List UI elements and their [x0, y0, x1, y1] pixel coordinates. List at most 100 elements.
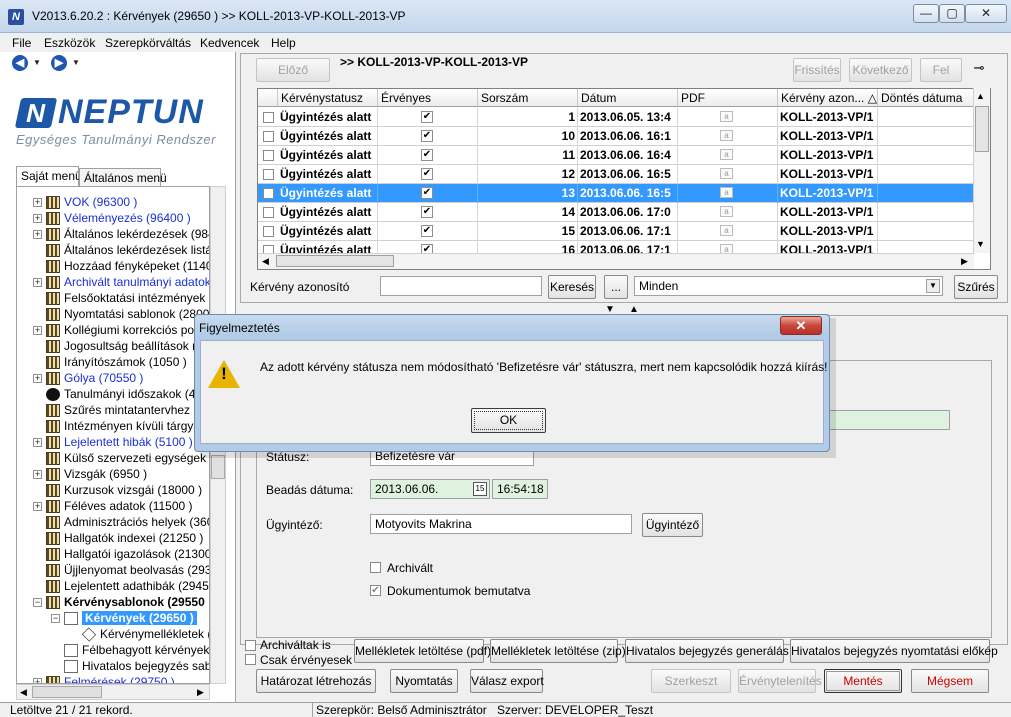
dialog-close-button[interactable]: ✕ [780, 316, 822, 335]
menu-file[interactable]: File [12, 36, 31, 50]
menu-help[interactable]: Help [271, 36, 296, 50]
download-pdf-button[interactable]: Mellékletek letöltése (pdf) [354, 639, 491, 663]
submit-time-field[interactable]: 16:54:18 [492, 479, 548, 499]
forward-dropdown-icon[interactable]: ▼ [72, 58, 80, 67]
tree-item[interactable]: Intézményen kívüli tárgya [17, 419, 209, 435]
pdf-icon[interactable]: a [720, 206, 733, 217]
pdf-icon[interactable]: a [720, 111, 733, 122]
grid-header-request-id[interactable]: Kérvény azon... △ [778, 89, 878, 107]
ellipsis-button[interactable]: ... [604, 275, 628, 299]
calendar-icon[interactable]: 15 [473, 482, 487, 496]
collapse-icon[interactable]: − [51, 614, 60, 623]
row-select-checkbox[interactable] [263, 188, 274, 199]
maximize-button[interactable]: ▢ [939, 4, 965, 23]
tree-item[interactable]: + Kollégiumi korrekciós pont [17, 323, 209, 339]
tree-item[interactable]: Hallgatói igazolások (21300 ) [17, 547, 209, 563]
expand-icon[interactable]: + [33, 230, 42, 239]
grid-scroll-right-icon[interactable]: ▶ [961, 256, 968, 267]
chevron-down-icon[interactable]: ▼ [926, 279, 940, 293]
export-button[interactable]: Válasz export [470, 669, 544, 693]
scroll-right-icon[interactable]: ▶ [197, 687, 204, 698]
tab-general-menu[interactable]: Általános menü [79, 168, 167, 186]
grid-header-valid[interactable]: Érvényes [378, 89, 478, 107]
search-button[interactable]: Keresés [548, 275, 596, 299]
download-zip-button[interactable]: Mellékletek letöltése (zip) [490, 639, 626, 663]
print-button[interactable]: Nyomtatás [390, 669, 458, 693]
grid-scroll-down-icon[interactable]: ▼ [976, 239, 985, 249]
back-dropdown-icon[interactable]: ▼ [33, 58, 41, 67]
menu-favorites[interactable]: Kedvencek [200, 36, 259, 50]
menu-role-switch[interactable]: Szerepkörváltás [105, 36, 191, 50]
dialog-ok-button[interactable]: OK [471, 408, 546, 433]
clerk-field[interactable]: Motyovits Makrina [370, 514, 632, 534]
docs-shown-checkbox[interactable]: ✔ [370, 585, 381, 596]
expand-icon[interactable]: + [33, 502, 42, 511]
cancel-button[interactable]: Mégsem [911, 669, 989, 693]
tree-item[interactable]: + Archivált tanulmányi adatok (2 [17, 275, 209, 291]
tree-item[interactable]: Félbehagyott kérvények ( [17, 643, 209, 659]
pdf-icon[interactable]: a [720, 187, 733, 198]
tree-item[interactable]: Hallgatók indexei (21250 ) [17, 531, 209, 547]
tree-item[interactable]: Nyomtatási sablonok (28000 [17, 307, 209, 323]
expand-icon[interactable]: + [33, 326, 42, 335]
tree-item[interactable]: + Véleményezés (96400 ) [17, 211, 209, 227]
request-id-input[interactable] [380, 276, 542, 296]
grid-vertical-scroll-thumb[interactable] [975, 106, 989, 152]
row-select-checkbox[interactable] [263, 207, 274, 218]
tree-item[interactable]: Hozzáad fényképeket (11400 [17, 259, 209, 275]
grid-header-pdf[interactable]: PDF [678, 89, 778, 107]
archived-too-checkbox[interactable] [245, 640, 256, 651]
valid-checkbox[interactable]: ✔ [421, 206, 433, 218]
resolution-button[interactable]: Határozat létrehozás [256, 669, 376, 693]
tree-item[interactable]: + Felmérések (29750 ) [17, 675, 209, 683]
expand-icon[interactable]: + [33, 470, 42, 479]
filter-button[interactable]: Szűrés [954, 275, 998, 299]
valid-checkbox[interactable]: ✔ [421, 111, 433, 123]
back-arrow-icon[interactable]: ◀ [12, 55, 28, 71]
pdf-icon[interactable]: a [720, 130, 733, 141]
expand-icon[interactable]: + [33, 214, 42, 223]
refresh-button[interactable]: Frissítés [793, 58, 841, 82]
window-close-button[interactable]: ✕ [965, 4, 1007, 23]
tree-item[interactable]: + Általános lekérdezések (9840 [17, 227, 209, 243]
expand-icon[interactable]: + [33, 438, 42, 447]
grid-header-date[interactable]: Dátum [578, 89, 678, 107]
save-button[interactable]: Mentés [824, 669, 902, 693]
row-select-checkbox[interactable] [263, 169, 274, 180]
grid-horizontal-scroll-thumb[interactable] [276, 255, 394, 267]
tree-item[interactable]: + Lejelentett hibák (5100 ) [17, 435, 209, 451]
invalidate-button[interactable]: Érvénytelenítés [738, 669, 822, 693]
tree-item[interactable]: Kérvénymellékletek ( [17, 627, 209, 643]
tree-item[interactable]: + Gólya (70550 ) [17, 371, 209, 387]
menu-tools[interactable]: Eszközök [44, 36, 95, 50]
grid-header-decision-date[interactable]: Döntés dátuma [878, 89, 974, 107]
tree-item[interactable]: + Féléves adatok (11500 ) [17, 499, 209, 515]
archived-checkbox[interactable] [370, 562, 381, 573]
row-select-checkbox[interactable] [263, 226, 274, 237]
generate-entry-button[interactable]: Hivatalos bejegyzés generálás [625, 639, 789, 663]
clerk-button[interactable]: Ügyintéző [642, 513, 703, 537]
table-row[interactable]: Ügyintézés alatt ✔ 12 2013.06.06. 16:5 a KOLL… [258, 165, 974, 184]
valid-checkbox[interactable]: ✔ [421, 225, 433, 237]
up-button[interactable]: Fel [920, 58, 962, 82]
pdf-icon[interactable]: a [720, 149, 733, 160]
tree-item[interactable]: Általános lekérdezések listája [17, 243, 209, 259]
valid-checkbox[interactable]: ✔ [421, 187, 433, 199]
row-select-checkbox[interactable] [263, 112, 274, 123]
tree-item[interactable]: − Kérvények (29650 ) [17, 611, 209, 627]
expand-icon[interactable]: + [33, 278, 42, 287]
tab-own-menu[interactable]: Saját menü [16, 166, 82, 187]
tree-item[interactable]: − Kérvénysablonok (29550 [17, 595, 209, 611]
submit-date-field[interactable]: 2013.06.06. 15 [370, 479, 490, 499]
tree-item[interactable]: Adminisztrációs helyek (3600 [17, 515, 209, 531]
valid-only-checkbox[interactable] [245, 654, 256, 665]
grid-header-status[interactable]: Kérvénystatusz [278, 89, 378, 107]
tree-horizontal-scroll-thumb[interactable] [32, 686, 102, 698]
tree-item[interactable]: Irányítószámok (1050 ) [17, 355, 209, 371]
table-row[interactable]: Ügyintézés alatt ✔ 1 2013.06.05. 13:4 a KOLL-… [258, 108, 974, 127]
table-row[interactable]: Ügyintézés alatt ✔ 14 2013.06.06. 17:0 a KOLL… [258, 203, 974, 222]
next-button[interactable]: Következő [849, 58, 912, 82]
expand-icon[interactable]: + [33, 198, 42, 207]
grid-header-number[interactable]: Sorszám [478, 89, 578, 107]
grid-scroll-left-icon[interactable]: ◀ [262, 256, 269, 267]
